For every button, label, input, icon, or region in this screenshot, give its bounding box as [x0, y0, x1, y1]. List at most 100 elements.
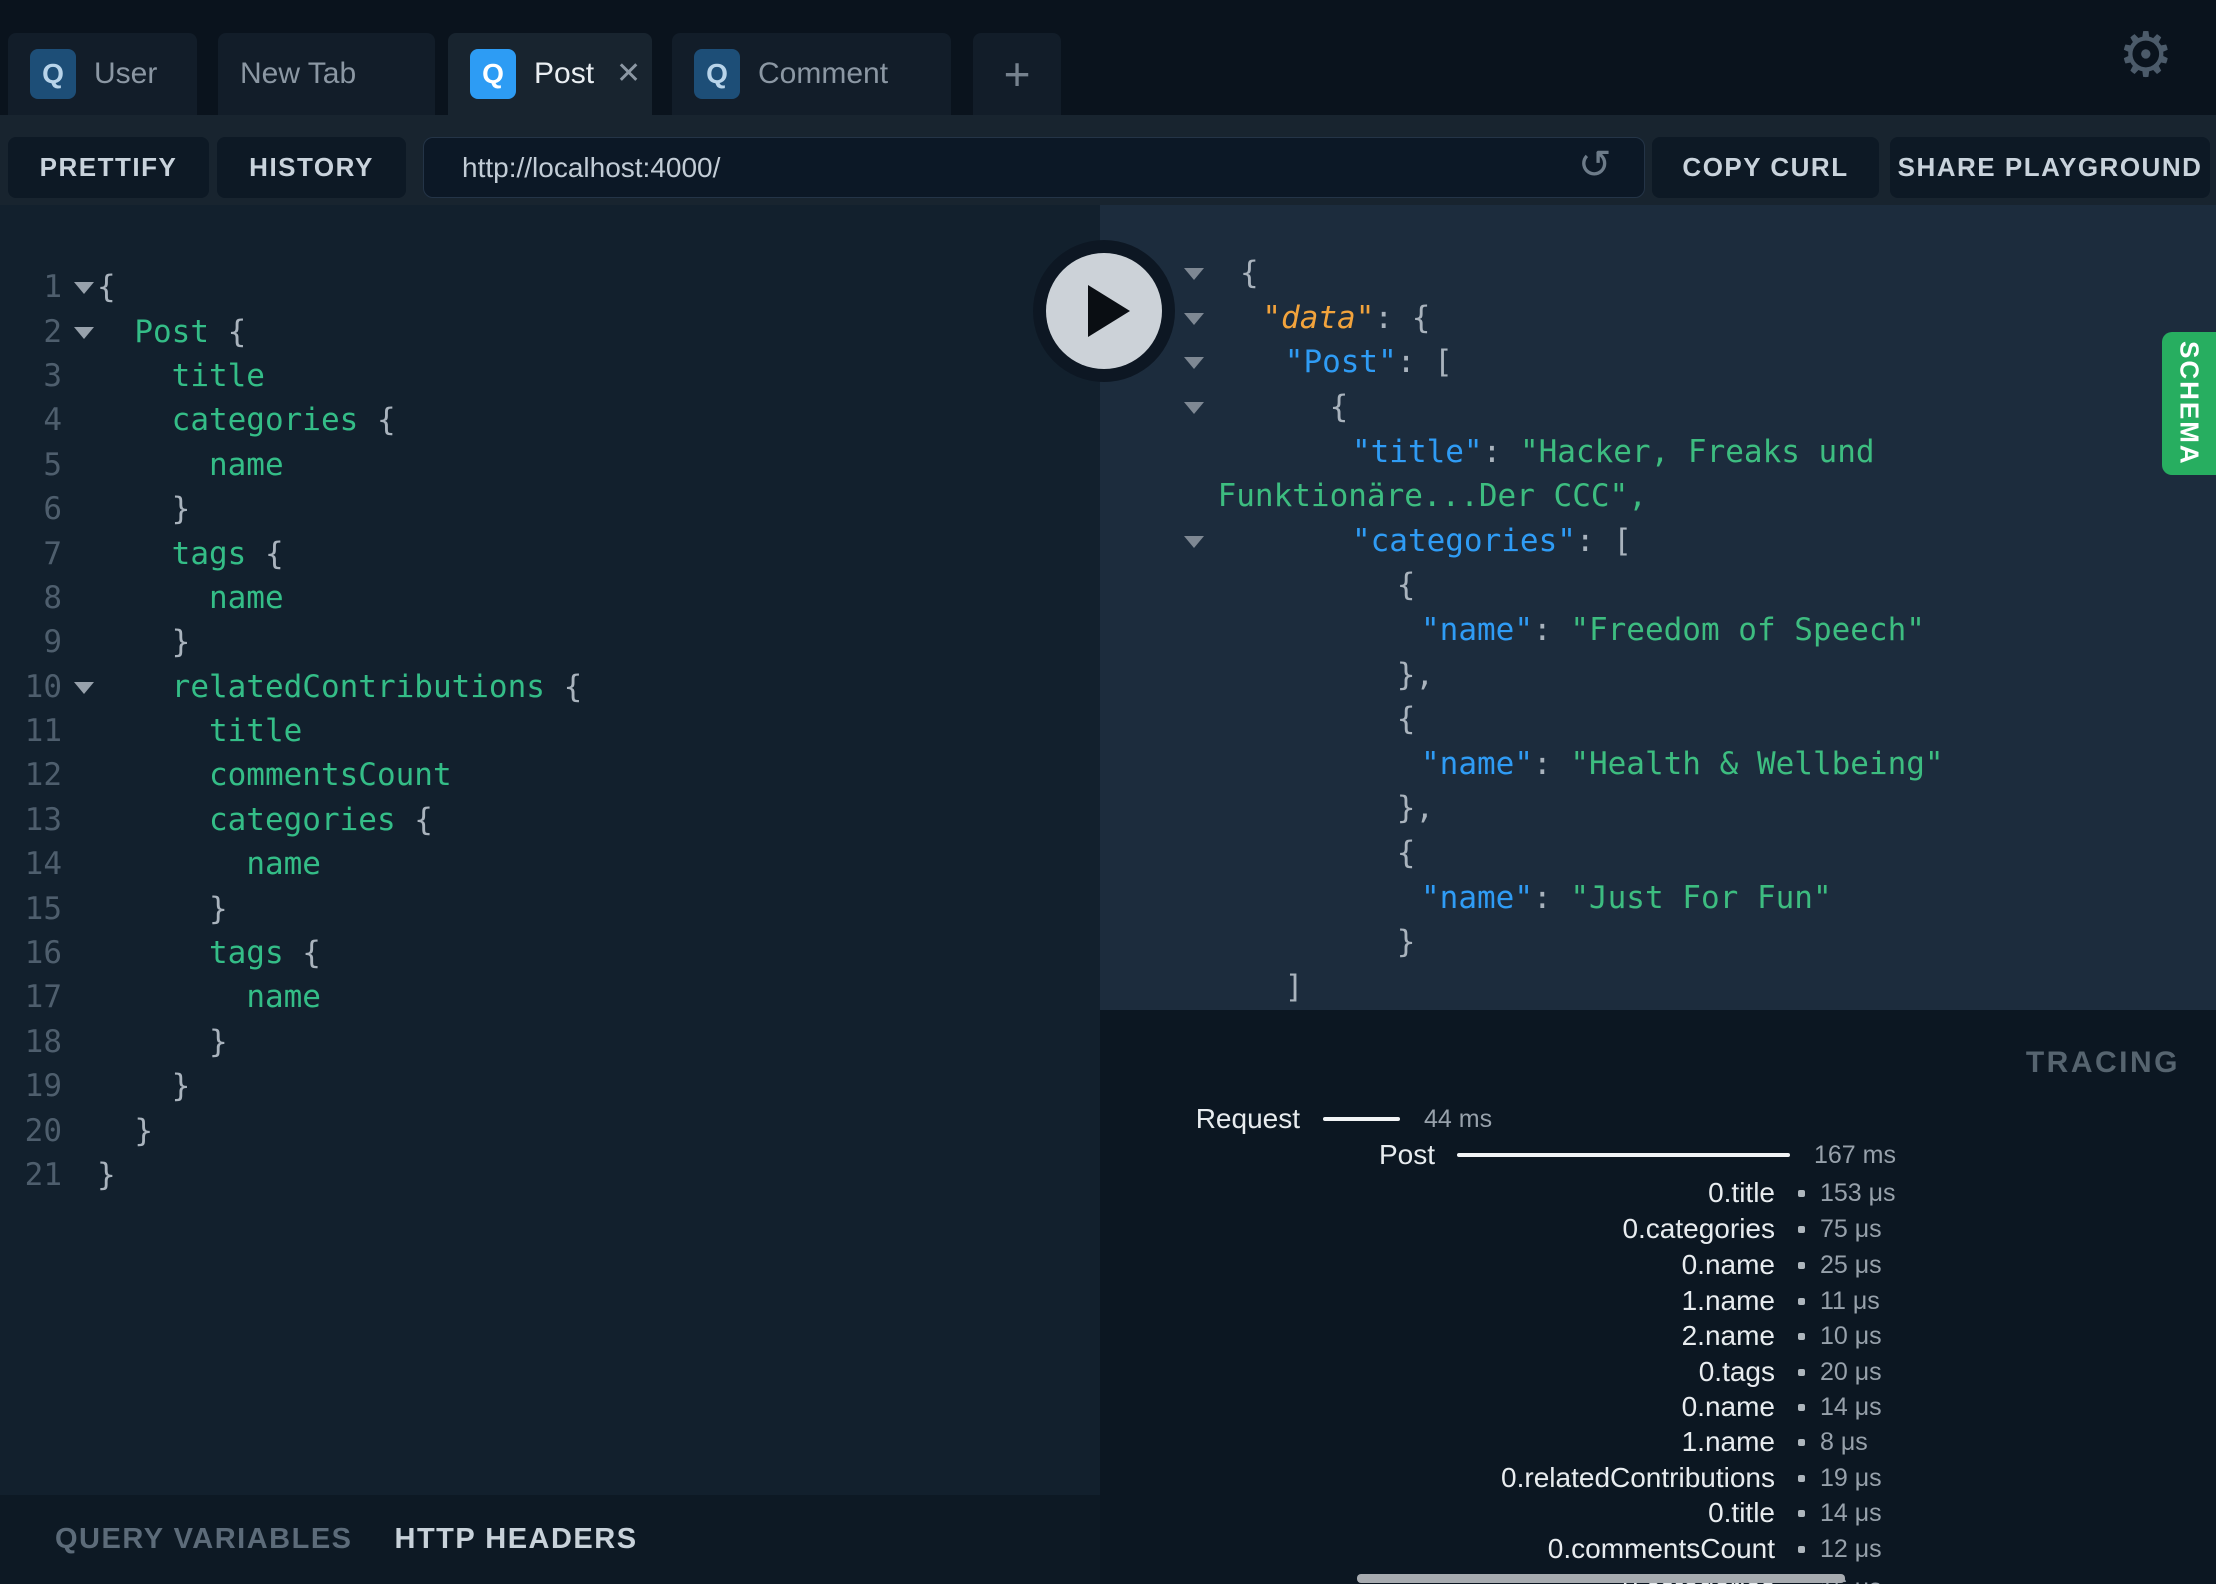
tracing-row-label: 0.categories — [1622, 1213, 1775, 1244]
reload-schema-icon[interactable]: ↺ — [1578, 145, 1612, 185]
editor-code: commentsCount — [97, 757, 452, 793]
tab-close-icon[interactable]: ✕ — [616, 59, 641, 89]
code-token: Funktionäre...Der CCC", — [1217, 478, 1647, 515]
editor-line[interactable]: 2 Post { — [0, 309, 1100, 353]
tab-comment[interactable]: Q Comment — [672, 33, 951, 115]
tab-label: Comment — [758, 57, 889, 90]
tab-post[interactable]: Q Post ✕ — [448, 33, 652, 115]
tab-new-tab[interactable]: New Tab — [218, 33, 435, 115]
code-token: title — [208, 713, 303, 750]
editor-line[interactable]: 21} — [0, 1153, 1100, 1197]
code-token: categories — [208, 801, 396, 838]
line-number: 12 — [24, 757, 62, 794]
response-code: { — [1240, 255, 1259, 291]
line-number: 1 — [43, 269, 62, 306]
tracing-row-value: 11 μs — [1820, 1287, 1880, 1315]
code-token: { — [208, 313, 247, 350]
fold-arrow-icon[interactable] — [74, 326, 94, 339]
tracing-dot — [1798, 1510, 1805, 1517]
settings-gear-icon[interactable]: ⚙ — [2118, 18, 2174, 91]
code-token: : — [1374, 299, 1412, 336]
endpoint-url-input[interactable]: http://localhost:4000/ — [423, 137, 1645, 198]
collapse-arrow-icon[interactable] — [1184, 357, 1204, 370]
code-token: title — [171, 357, 265, 394]
response-code: } — [1397, 924, 1416, 960]
editor-line[interactable]: 6 } — [0, 487, 1100, 531]
editor-line[interactable]: 14 name — [0, 842, 1100, 886]
editor-line[interactable]: 9 } — [0, 620, 1100, 664]
tab-label: New Tab — [240, 57, 357, 90]
history-button[interactable]: HISTORY — [217, 137, 406, 198]
collapse-arrow-icon[interactable] — [1184, 268, 1204, 281]
tracing-row-label: 0.name — [1681, 1391, 1775, 1422]
editor-line[interactable]: 11 title — [0, 709, 1100, 753]
editor-line[interactable]: 10 relatedContributions { — [0, 665, 1100, 709]
code-token: } — [97, 624, 191, 661]
collapse-arrow-icon[interactable] — [1184, 312, 1204, 325]
query-editor[interactable]: 1{2 Post {3 title 4 categories {5 name 6 }… — [0, 205, 1100, 1495]
editor-line[interactable]: 5 name — [0, 443, 1100, 487]
tab-user[interactable]: Q User — [8, 33, 197, 115]
code-token: } — [97, 1068, 191, 1105]
share-playground-button[interactable]: SHARE PLAYGROUND — [1890, 137, 2210, 198]
http-headers-tab[interactable]: HTTP HEADERS — [395, 1523, 638, 1556]
query-editor-lines: 1{2 Post {3 title 4 categories {5 name 6 }… — [0, 265, 1100, 1197]
code-token: "title" — [1351, 433, 1483, 470]
fold-arrow-icon[interactable] — [74, 681, 94, 694]
editor-code: title — [97, 713, 302, 749]
editor-line[interactable]: 19 } — [0, 1064, 1100, 1108]
editor-code: } — [97, 1024, 228, 1060]
editor-line[interactable]: 15 } — [0, 886, 1100, 930]
editor-line[interactable]: 16 tags { — [0, 931, 1100, 975]
prettify-button[interactable]: PRETTIFY — [8, 137, 209, 198]
code-token: name — [246, 979, 321, 1016]
code-token: }, — [1396, 790, 1435, 827]
new-tab-button[interactable]: + — [973, 33, 1061, 115]
response-code: "name": "Freedom of Speech" — [1421, 612, 1925, 648]
editor-line[interactable]: 20 } — [0, 1108, 1100, 1152]
fold-arrow-icon[interactable] — [74, 282, 94, 295]
response-code: { — [1330, 389, 1349, 425]
tracing-row-value: 75 μs — [1820, 1215, 1882, 1243]
editor-line[interactable]: 7 tags { — [0, 531, 1100, 575]
code-token: } — [97, 1023, 228, 1060]
tracing-dot — [1798, 1546, 1805, 1553]
tracing-row-value: 20 μs — [1820, 1358, 1882, 1386]
code-token: "name" — [1421, 745, 1533, 782]
horizontal-scrollbar-thumb[interactable] — [1357, 1574, 1845, 1583]
collapse-arrow-icon[interactable] — [1184, 535, 1204, 548]
editor-line[interactable]: 3 title — [0, 354, 1100, 398]
editor-code: } — [97, 1113, 153, 1149]
collapse-arrow-icon[interactable] — [1184, 402, 1204, 415]
execute-query-button[interactable] — [1033, 240, 1175, 382]
query-variables-tab[interactable]: QUERY VARIABLES — [55, 1523, 353, 1556]
schema-side-tab[interactable]: SCHEMA — [2162, 332, 2216, 475]
code-token: tags — [208, 935, 284, 972]
editor-line[interactable]: 13 categories { — [0, 798, 1100, 842]
response-viewer[interactable]: {"data": {"Post": [{"title": "Hacker, Fr… — [1100, 205, 2216, 1010]
toolbar: PRETTIFY HISTORY http://localhost:4000/ … — [0, 115, 2216, 205]
copy-curl-button[interactable]: COPY CURL — [1652, 137, 1879, 198]
editor-code: } — [97, 624, 191, 661]
editor-line[interactable]: 8 name — [0, 576, 1100, 620]
editor-line[interactable]: 18 } — [0, 1020, 1100, 1064]
editor-line[interactable]: 12 commentsCount — [0, 753, 1100, 797]
response-line: Funktionäre...Der CCC", — [1100, 474, 2216, 519]
editor-line[interactable]: 1{ — [0, 265, 1100, 309]
code-token: : — [1482, 433, 1520, 470]
code-token: relatedContributions — [171, 668, 545, 705]
editor-line[interactable]: 4 categories { — [0, 398, 1100, 442]
editor-code: tags { — [97, 536, 284, 572]
line-number: 13 — [24, 801, 62, 838]
tracing-row-label: 0.relatedContributions — [1501, 1462, 1775, 1493]
response-code: ] — [1285, 969, 1304, 1005]
code-token: Post — [134, 313, 209, 350]
editor-line[interactable]: 17 name — [0, 975, 1100, 1019]
tracing-panel: TRACING Request 44 ms Post 167 ms 0.title 153… — [1100, 1010, 2216, 1584]
response-code: { — [1397, 567, 1416, 603]
line-number: 6 — [43, 491, 62, 528]
query-type-badge: Q — [470, 49, 516, 99]
